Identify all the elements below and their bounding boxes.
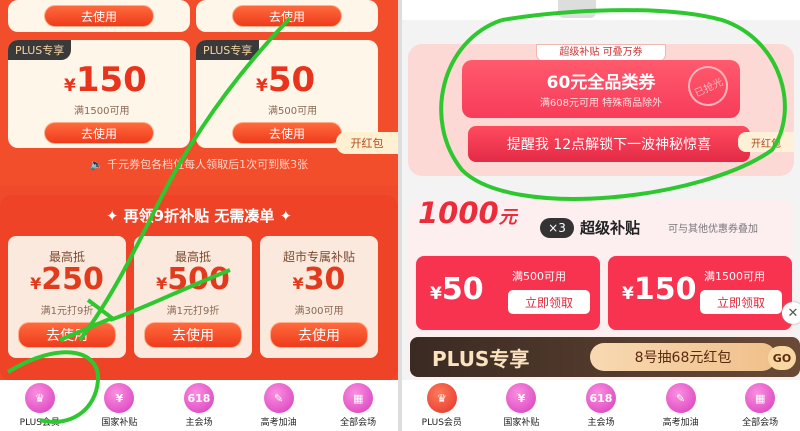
coupon-amount: ¥50 xyxy=(430,272,484,307)
618-badge-icon: 618 xyxy=(183,383,214,413)
plus-coupon-150: PLUS专享 ¥150 满1500可用 去使用 xyxy=(8,40,190,148)
nav-label: 高考加油 xyxy=(260,418,297,428)
nav-label: 国家补贴 xyxy=(101,418,138,428)
plus-tag: PLUS专享 xyxy=(196,40,260,60)
nav-label: 高考加油 xyxy=(662,418,699,428)
remind-me-button[interactable]: 提醒我 12点解锁下一波神秘惊喜 xyxy=(468,126,750,162)
nav-item-main[interactable]: 618 主会场 xyxy=(565,383,637,428)
super-note: 可与其他优惠券叠加 xyxy=(668,224,758,235)
coupon-notice: 🔈 千元券包各档位每人领取后1次可到账3张 xyxy=(89,158,309,171)
subsidy-note: 满300可用 xyxy=(294,306,344,317)
coupon-condition: 满1500可用 xyxy=(704,270,765,283)
plus-exclusive-bar: PLUS专享 8号抽68元红包 xyxy=(410,337,800,377)
nav-label: 主会场 xyxy=(587,418,615,428)
subsidy-card-500: 最高抵 ¥500 满1元打9折 去使用 xyxy=(134,236,252,358)
nav-label: PLUS会员 xyxy=(19,418,60,428)
plus-crown-icon: ♛ xyxy=(426,383,457,413)
product-thumbnail xyxy=(558,0,596,18)
plus-promo[interactable]: 8号抽68元红包 xyxy=(590,343,776,371)
nav-item-all[interactable]: ▦ 全部会场 xyxy=(724,383,796,428)
grid-icon: ▦ xyxy=(745,383,776,413)
super-coupon-150: ¥150 满1500可用 立即领取 xyxy=(608,256,792,330)
coupon-condition: 满500可用 xyxy=(512,270,566,283)
coupon-amount: ¥150 xyxy=(622,272,697,307)
nav-item-subsidy[interactable]: ¥ 国家补贴 xyxy=(485,383,557,428)
use-button[interactable]: 去使用 xyxy=(18,322,116,348)
section-title: ✦ 再领9折补贴 无需凑单 ✦ xyxy=(105,207,293,225)
claim-button[interactable]: 立即领取 xyxy=(700,290,782,314)
nav-item-exam[interactable]: ✎ 高考加油 xyxy=(645,383,717,428)
nav-item-plus[interactable]: ♛ PLUS会员 xyxy=(406,383,478,428)
nav-label: 国家补贴 xyxy=(503,418,540,428)
subsidy-amount: ¥500 xyxy=(156,262,230,297)
coupon-condition: 满500可用 xyxy=(268,106,318,117)
coupon-amount: ¥150 xyxy=(64,60,147,100)
use-button[interactable]: 去使用 xyxy=(232,122,342,144)
plus-crown-icon: ♛ xyxy=(24,383,55,413)
use-button[interactable]: 去使用 xyxy=(270,322,368,348)
super-amount: 1000元 xyxy=(418,196,517,230)
speaker-icon: 🔈 xyxy=(89,158,104,171)
coupon-condition: 满1500可用 xyxy=(74,106,130,117)
plus-label: PLUS专享 xyxy=(432,347,530,371)
subsidy-note: 满1元打9折 xyxy=(166,306,220,317)
nav-item-plus[interactable]: ♛ PLUS会员 xyxy=(4,383,76,428)
nav-item-main[interactable]: 618 主会场 xyxy=(163,383,235,428)
subsidy-bag-icon: ¥ xyxy=(104,383,135,413)
use-button[interactable]: 去使用 xyxy=(44,5,154,27)
sparkle-icon: ✦ xyxy=(274,207,293,225)
super-title: 超级补贴 xyxy=(580,219,641,237)
nav-label: 主会场 xyxy=(185,418,213,428)
exam-icon: ✎ xyxy=(665,383,696,413)
top-strip xyxy=(402,0,800,20)
nav-label: 全部会场 xyxy=(742,418,779,428)
use-button[interactable]: 去使用 xyxy=(232,5,342,27)
plus-tag: PLUS专享 xyxy=(8,40,72,60)
bottom-nav: ♛ PLUS会员 ¥ 国家补贴 618 主会场 ✎ 高考加油 ▦ 全部会场 xyxy=(402,380,800,431)
nav-item-exam[interactable]: ✎ 高考加油 xyxy=(243,383,315,428)
use-button[interactable]: 去使用 xyxy=(144,322,242,348)
open-red-packet-badge[interactable]: 开红包 xyxy=(738,132,794,152)
nav-item-subsidy[interactable]: ¥ 国家补贴 xyxy=(83,383,155,428)
sparkle-icon: ✦ xyxy=(105,207,124,225)
times-badge: ×3 xyxy=(540,218,574,238)
subsidy-amount: ¥250 xyxy=(30,262,104,297)
right-screen: 超级补贴 可叠万券 60元全品类券 满608元可用 特殊商品除外 已抢光 提醒我… xyxy=(402,0,800,431)
grid-icon: ▦ xyxy=(343,383,374,413)
subsidy-card-30: 超市专属补贴 ¥30 满300可用 去使用 xyxy=(260,236,378,358)
exam-icon: ✎ xyxy=(263,383,294,413)
subsidy-bag-icon: ¥ xyxy=(506,383,537,413)
coupon-card-top-1: 去使用 xyxy=(8,0,190,32)
coupon-amount: ¥50 xyxy=(256,60,316,100)
use-button[interactable]: 去使用 xyxy=(44,122,154,144)
bottom-nav: ♛ PLUS会员 ¥ 国家补贴 618 主会场 ✎ 高考加油 ▦ 全部会场 xyxy=(0,380,398,431)
618-badge-icon: 618 xyxy=(585,383,616,413)
open-red-packet-badge[interactable]: 开红包 xyxy=(336,132,398,154)
subsidy-note: 满1元打9折 xyxy=(40,306,94,317)
coupon-card-top-2: 去使用 xyxy=(196,0,378,32)
super-coupon-50: ¥50 满500可用 立即领取 xyxy=(416,256,600,330)
go-button[interactable]: GO xyxy=(768,346,796,370)
nav-label: PLUS会员 xyxy=(421,418,462,428)
close-icon[interactable]: ✕ xyxy=(782,302,800,324)
claim-button[interactable]: 立即领取 xyxy=(508,290,590,314)
subsidy-amount: ¥30 xyxy=(292,262,346,297)
subsidy-card-250: 最高抵 ¥250 满1元打9折 去使用 xyxy=(8,236,126,358)
nav-label: 全部会场 xyxy=(340,418,377,428)
left-screen: 去使用 去使用 PLUS专享 ¥150 满1500可用 去使用 PLUS专享 ¥… xyxy=(0,0,398,431)
nav-item-all[interactable]: ▦ 全部会场 xyxy=(322,383,394,428)
